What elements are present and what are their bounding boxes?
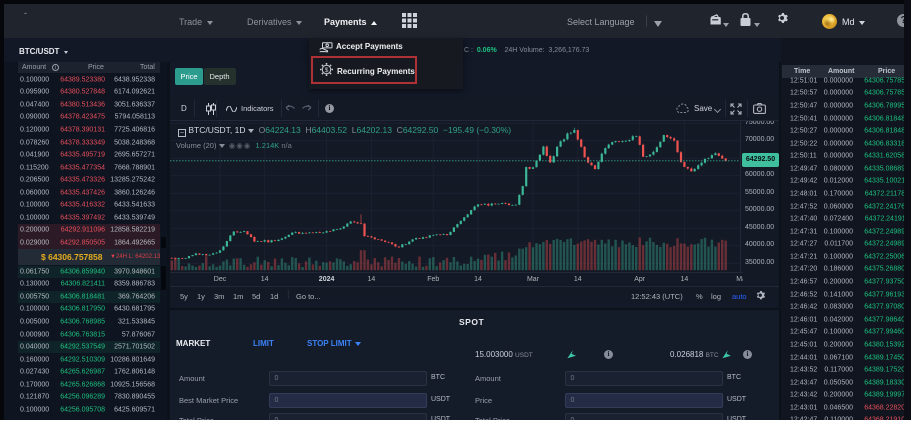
svg-text:$: $ xyxy=(325,67,329,74)
